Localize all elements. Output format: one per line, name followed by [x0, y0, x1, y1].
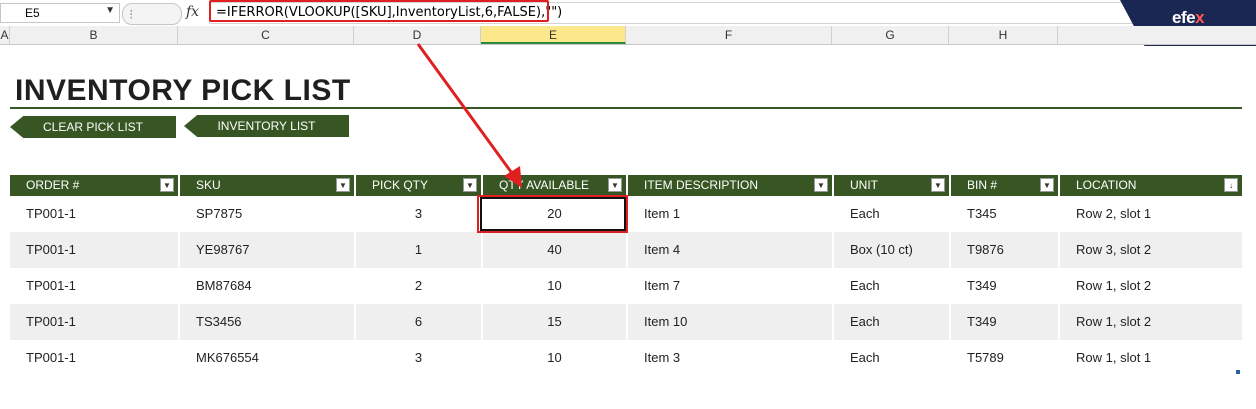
- filter-dropdown-icon[interactable]: ▼: [1040, 178, 1054, 192]
- cell-unit[interactable]: Each: [834, 268, 949, 304]
- cell-qty-available[interactable]: 40: [483, 232, 626, 268]
- column-header-bar: A B C D E F G H: [0, 26, 1256, 45]
- sort-filter-icon[interactable]: ↓: [1224, 178, 1238, 192]
- cell-unit[interactable]: Each: [834, 340, 949, 376]
- header-pick-qty: PICK QTY ▼: [356, 175, 481, 196]
- cell-item-description[interactable]: Item 10: [628, 304, 832, 340]
- filter-dropdown-icon[interactable]: ▼: [463, 178, 477, 192]
- header-unit: UNIT ▼: [834, 175, 949, 196]
- column-header-d[interactable]: D: [354, 26, 481, 44]
- formula-controls: ⁝ fx: [122, 3, 204, 25]
- header-qty-available: QTY AVAILABLE ▼: [483, 175, 626, 196]
- insert-function-button[interactable]: fx: [186, 4, 199, 20]
- title-underline: [10, 107, 1242, 109]
- column-header-g[interactable]: G: [832, 26, 949, 44]
- cell-pick-qty[interactable]: 1: [356, 232, 481, 268]
- cell-location[interactable]: Row 1, slot 2: [1060, 268, 1242, 304]
- cell-item-description[interactable]: Item 4: [628, 232, 832, 268]
- cell-qty-available[interactable]: 10: [483, 268, 626, 304]
- chevron-down-icon[interactable]: ▼: [105, 5, 115, 16]
- cell-highlight-box: [477, 195, 628, 233]
- page-title: INVENTORY PICK LIST: [15, 74, 351, 107]
- cell-unit[interactable]: Box (10 ct): [834, 232, 949, 268]
- cell-sku[interactable]: MK676554: [180, 340, 354, 376]
- formula-highlight-box: [209, 0, 549, 22]
- cell-location[interactable]: Row 2, slot 1: [1060, 196, 1242, 232]
- cell-pick-qty[interactable]: 3: [356, 196, 481, 232]
- filter-dropdown-icon[interactable]: ▼: [931, 178, 945, 192]
- cell-unit[interactable]: Each: [834, 304, 949, 340]
- cell-location[interactable]: Row 3, slot 2: [1060, 232, 1242, 268]
- cell-pick-qty[interactable]: 3: [356, 340, 481, 376]
- cell-order[interactable]: TP001-1: [10, 304, 178, 340]
- cell-bin[interactable]: T5789: [951, 340, 1058, 376]
- cell-qty-available[interactable]: 10: [483, 340, 626, 376]
- header-bin: BIN # ▼: [951, 175, 1058, 196]
- column-header-f[interactable]: F: [626, 26, 832, 44]
- header-sku: SKU ▼: [180, 175, 354, 196]
- inventory-list-button[interactable]: INVENTORY LIST: [184, 115, 349, 137]
- clear-pick-list-button[interactable]: CLEAR PICK LIST: [10, 116, 176, 138]
- cell-bin[interactable]: T349: [951, 268, 1058, 304]
- column-header-e[interactable]: E: [481, 26, 626, 44]
- cell-sku[interactable]: BM87684: [180, 268, 354, 304]
- formula-bar: E5 ▼ ⁝ fx =IFERROR(VLOOKUP([SKU],Invento…: [0, 0, 1256, 27]
- cell-order[interactable]: TP001-1: [10, 340, 178, 376]
- header-item-description: ITEM DESCRIPTION ▼: [628, 175, 832, 196]
- filter-dropdown-icon[interactable]: ▼: [608, 178, 622, 192]
- column-header-c[interactable]: C: [178, 26, 354, 44]
- filter-dropdown-icon[interactable]: ▼: [336, 178, 350, 192]
- cell-unit[interactable]: Each: [834, 196, 949, 232]
- cell-order[interactable]: TP001-1: [10, 196, 178, 232]
- cell-pick-qty[interactable]: 6: [356, 304, 481, 340]
- column-header-h[interactable]: H: [949, 26, 1058, 44]
- column-header-a[interactable]: A: [0, 26, 10, 44]
- cell-sku[interactable]: TS3456: [180, 304, 354, 340]
- name-box-value: E5: [25, 6, 40, 20]
- cell-sku[interactable]: SP7875: [180, 196, 354, 232]
- header-order: ORDER # ▼: [10, 175, 178, 196]
- cell-item-description[interactable]: Item 7: [628, 268, 832, 304]
- cell-location[interactable]: Row 1, slot 2: [1060, 304, 1242, 340]
- cell-bin[interactable]: T9876: [951, 232, 1058, 268]
- name-box[interactable]: E5 ▼: [0, 3, 120, 23]
- arrow-line: [416, 43, 516, 177]
- formula-bar-handle[interactable]: ⁝: [122, 3, 182, 25]
- header-location: LOCATION ↓: [1060, 175, 1242, 196]
- filter-dropdown-icon[interactable]: ▼: [814, 178, 828, 192]
- dots-icon: ⁝: [129, 6, 134, 22]
- cell-order[interactable]: TP001-1: [10, 232, 178, 268]
- cell-location[interactable]: Row 1, slot 1: [1060, 340, 1242, 376]
- column-header-b[interactable]: B: [10, 26, 178, 44]
- cell-bin[interactable]: T349: [951, 304, 1058, 340]
- cell-order[interactable]: TP001-1: [10, 268, 178, 304]
- cell-bin[interactable]: T345: [951, 196, 1058, 232]
- table-resize-handle[interactable]: [1236, 370, 1240, 374]
- cell-item-description[interactable]: Item 1: [628, 196, 832, 232]
- cell-qty-available[interactable]: 15: [483, 304, 626, 340]
- cell-sku[interactable]: YE98767: [180, 232, 354, 268]
- cell-item-description[interactable]: Item 3: [628, 340, 832, 376]
- filter-dropdown-icon[interactable]: ▼: [160, 178, 174, 192]
- logo-wordmark: efex: [1172, 8, 1205, 27]
- cell-pick-qty[interactable]: 2: [356, 268, 481, 304]
